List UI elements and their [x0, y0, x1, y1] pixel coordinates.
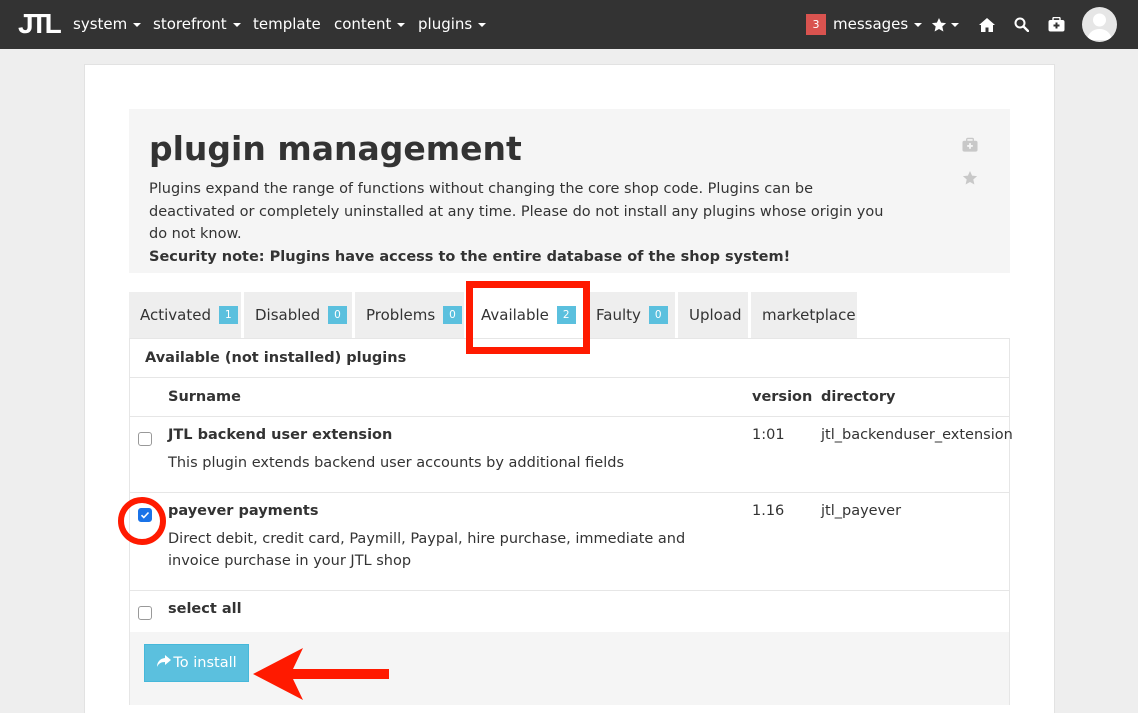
favorites-menu[interactable]	[931, 14, 959, 35]
tab-label: Upload	[689, 306, 742, 324]
annotation-arrow-icon	[253, 648, 389, 700]
tab-label: Problems	[366, 306, 436, 324]
tab-count-badge: 1	[219, 305, 238, 324]
page-description: Plugins expand the range of functions wi…	[149, 178, 889, 268]
nav-content-label: content	[334, 15, 392, 33]
select-all-label[interactable]: select all	[168, 601, 242, 617]
home-button[interactable]	[979, 14, 995, 35]
home-icon	[979, 17, 995, 32]
nav-storefront-menu[interactable]: storefront	[153, 0, 241, 49]
chevron-down-icon	[133, 22, 142, 27]
chevron-down-icon	[397, 22, 406, 27]
chevron-down-icon	[914, 22, 923, 27]
user-avatar[interactable]	[1082, 7, 1117, 42]
table-row: JTL backend user extension This plugin e…	[130, 417, 1013, 493]
tab-label: marketplace	[762, 306, 856, 324]
description-text: Plugins expand the range of functions wi…	[149, 181, 884, 242]
tab-disabled[interactable]: Disabled 0	[244, 292, 352, 338]
plugin-name: JTL backend user extension	[168, 427, 393, 443]
tab-activated[interactable]: Activated 1	[129, 292, 241, 338]
messages-count-badge: 3	[806, 14, 826, 35]
star-icon[interactable]	[962, 170, 978, 186]
plugin-name: payever payments	[168, 503, 319, 519]
column-name-header: Surname	[168, 389, 241, 405]
page-title: plugin management	[149, 129, 522, 168]
medkit-icon[interactable]	[962, 137, 978, 153]
column-directory-header: directory	[821, 389, 896, 405]
annotation-highlight-box	[466, 281, 590, 354]
tab-faulty[interactable]: Faulty 0	[585, 292, 675, 338]
tab-marketplace[interactable]: marketplace	[751, 292, 857, 338]
table-header-row: Surname version directory	[130, 378, 1009, 417]
nav-messages-menu[interactable]: messages	[833, 0, 923, 49]
tab-label: Activated	[140, 306, 211, 324]
install-button-label: To install	[173, 655, 237, 671]
install-button[interactable]: To install	[144, 644, 249, 682]
select-all-row: select all	[130, 591, 1009, 632]
nav-template-link[interactable]: template	[253, 0, 321, 49]
nav-system-menu[interactable]: system	[73, 0, 142, 49]
security-note: Security note: Plugins have access to th…	[149, 248, 791, 265]
search-button[interactable]	[1014, 14, 1029, 35]
tab-label: Faulty	[596, 306, 641, 324]
plugin-version: 1.16	[752, 503, 785, 519]
chevron-down-icon	[951, 22, 959, 27]
content-card: plugin management Plugins expand the ran…	[84, 64, 1055, 713]
annotation-highlight-circle	[118, 497, 166, 545]
select-all-checkbox[interactable]	[138, 606, 152, 620]
plugin-version: 1:01	[752, 427, 785, 443]
plugin-checkbox[interactable]	[138, 432, 152, 446]
tab-problems[interactable]: Problems 0	[355, 292, 464, 338]
nav-storefront-label: storefront	[153, 15, 227, 33]
nav-plugins-menu[interactable]: plugins	[418, 0, 487, 49]
nav-plugins-label: plugins	[418, 15, 473, 33]
nav-template-label: template	[253, 15, 321, 33]
top-navbar: JTL system storefront template content p…	[0, 0, 1138, 49]
medkit-icon	[1048, 17, 1065, 32]
user-icon	[1087, 13, 1112, 40]
plugin-description: Direct debit, credit card, Paymill, Payp…	[168, 531, 686, 569]
tab-label: Disabled	[255, 306, 321, 324]
star-icon	[931, 17, 947, 31]
help-button[interactable]	[1048, 14, 1065, 35]
nav-system-label: system	[73, 15, 128, 33]
tab-count-badge: 0	[443, 305, 462, 324]
tab-count-badge: 0	[328, 305, 347, 324]
nav-content-menu[interactable]: content	[334, 0, 406, 49]
search-icon	[1014, 17, 1029, 32]
chevron-down-icon	[232, 22, 241, 27]
tab-count-badge: 0	[648, 305, 668, 324]
table-row: payever payments Direct debit, credit ca…	[130, 493, 1009, 591]
plugin-directory: jtl_backenduser_extension	[821, 427, 1013, 443]
column-version-header: version	[752, 389, 813, 405]
page-header: plugin management Plugins expand the ran…	[129, 109, 1010, 273]
share-arrow-icon	[157, 655, 172, 667]
chevron-down-icon	[478, 22, 487, 27]
nav-messages-label: messages	[833, 15, 909, 33]
plugin-description: This plugin extends backend user account…	[168, 455, 624, 471]
plugin-directory: jtl_payever	[821, 503, 902, 519]
tab-upload[interactable]: Upload	[678, 292, 748, 338]
jtl-logo[interactable]: JTL	[18, 6, 62, 40]
